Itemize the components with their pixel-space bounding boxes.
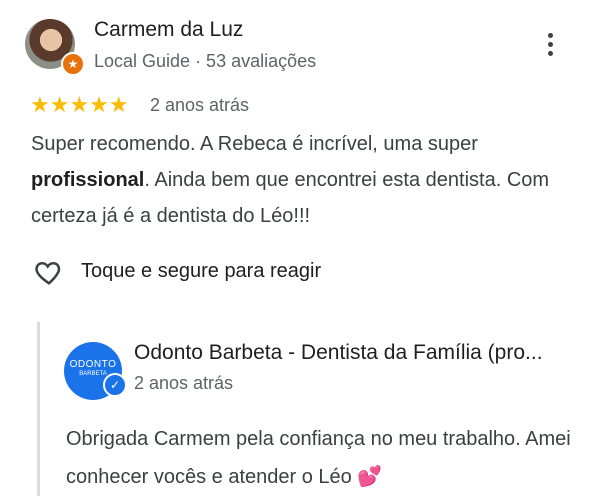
reviewer-meta: Local Guide · 53 avaliações [94, 51, 317, 71]
reply-text-body: Obrigada Carmem pela confiança no meu tr… [66, 428, 571, 488]
reviewer-name[interactable]: Carmem da Luz [94, 18, 243, 42]
logo-text-1: ODONTO [69, 359, 117, 370]
heart-outline-icon [35, 261, 61, 285]
review-date: 2 anos atrás [150, 95, 250, 115]
reply-date: 2 anos atrás [134, 373, 234, 393]
business-name[interactable]: Odonto Barbeta - Dentista da Família (pr… [134, 341, 586, 365]
star-rating: ★★★★★ [30, 92, 129, 117]
reply-divider [37, 322, 40, 496]
heart-emoji: 💕 [357, 466, 383, 488]
reply-text: Obrigada Carmem pela confiança no meu tr… [66, 420, 596, 496]
review-text-bold: profissional [31, 169, 145, 191]
react-label: Toque e segure para reagir [81, 260, 322, 282]
more-vert-icon[interactable] [538, 30, 562, 60]
verified-check-icon: ✓ [103, 373, 127, 397]
local-guide-icon: ★ [61, 52, 85, 76]
review-text-start: Super recomendo. A Rebeca é incrível, um… [31, 133, 478, 155]
review-text: Super recomendo. A Rebeca é incrível, um… [31, 126, 571, 234]
